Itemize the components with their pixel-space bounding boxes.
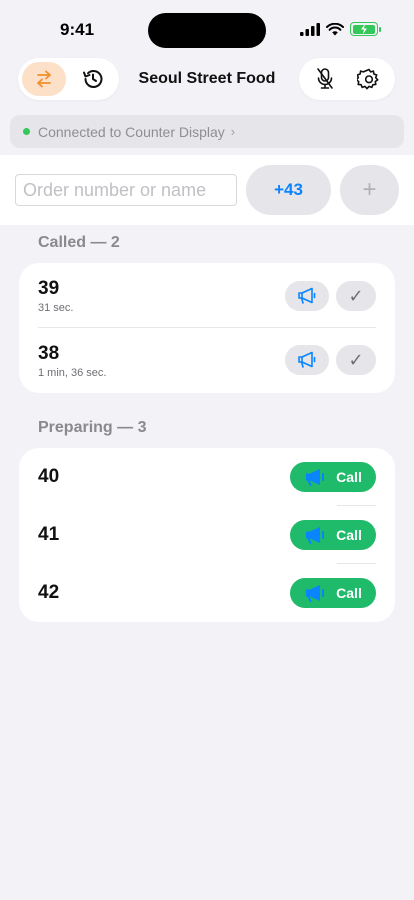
status-time: 9:41 xyxy=(60,20,95,39)
megaphone-icon xyxy=(298,287,316,304)
checkmark-icon: ✓ xyxy=(348,349,364,370)
connection-status-text: Connected to Counter Display xyxy=(38,123,225,140)
mark-done-button[interactable]: ✓ xyxy=(336,345,376,375)
next-order-button[interactable]: +43 xyxy=(246,165,331,215)
dynamic-island xyxy=(148,13,266,48)
history-clock-icon xyxy=(83,70,103,88)
megaphone-icon xyxy=(298,351,316,368)
order-search-input[interactable] xyxy=(15,174,237,206)
order-elapsed-time: 31 sec. xyxy=(38,302,74,314)
order-number: 40 xyxy=(38,466,60,487)
left-toolbar xyxy=(18,58,119,100)
called-orders-card: 39 31 sec. ✓ 38 1 min, 36 sec. ✓ xyxy=(19,263,395,393)
order-entry-area: +43 + xyxy=(0,155,414,225)
called-order-row: 38 1 min, 36 sec. ✓ xyxy=(19,328,395,393)
page-title: Seoul Street Food xyxy=(138,70,276,87)
call-order-button[interactable]: Call xyxy=(290,520,376,550)
signal-icon xyxy=(300,22,320,36)
battery-icon xyxy=(350,22,381,36)
gear-icon xyxy=(357,68,379,90)
order-number: 41 xyxy=(38,524,60,545)
right-toolbar xyxy=(299,58,395,100)
order-number: 38 xyxy=(38,343,60,364)
settings-button[interactable] xyxy=(347,62,391,96)
announce-button[interactable] xyxy=(285,345,329,375)
wifi-icon xyxy=(326,22,344,35)
announce-button[interactable] xyxy=(285,281,329,311)
connection-dot-icon xyxy=(23,128,30,135)
preparing-order-row: 40 Call xyxy=(19,448,395,506)
call-order-button[interactable]: Call xyxy=(290,578,376,608)
switch-mode-button[interactable] xyxy=(22,62,66,96)
call-order-button[interactable]: Call xyxy=(290,462,376,492)
megaphone-icon xyxy=(306,469,325,486)
order-elapsed-time: 1 min, 36 sec. xyxy=(38,367,107,379)
top-bar: Seoul Street Food xyxy=(0,58,414,102)
preparing-orders-card: 40 Call 41 Call 42 Call xyxy=(19,448,395,622)
call-button-label: Call xyxy=(336,585,362,601)
status-icons xyxy=(300,22,381,36)
preparing-section-header: Preparing — 3 xyxy=(38,419,147,436)
mark-done-button[interactable]: ✓ xyxy=(336,281,376,311)
chevron-right-icon: › xyxy=(230,124,236,139)
preparing-order-row: 41 Call xyxy=(19,506,395,564)
megaphone-icon xyxy=(306,585,325,602)
microphone-slash-icon xyxy=(317,68,333,89)
call-button-label: Call xyxy=(336,527,362,543)
history-button[interactable] xyxy=(72,62,116,96)
order-number: 42 xyxy=(38,582,60,603)
add-order-button[interactable]: + xyxy=(340,165,399,215)
megaphone-icon xyxy=(306,527,325,544)
preparing-order-row: 42 Call xyxy=(19,564,395,622)
status-bar: 9:41 xyxy=(0,0,414,56)
called-section-header: Called — 2 xyxy=(38,234,120,251)
call-button-label: Call xyxy=(336,469,362,485)
connection-status-bar[interactable]: Connected to Counter Display › xyxy=(10,115,404,148)
swap-arrows-icon xyxy=(36,70,51,88)
called-order-row: 39 31 sec. ✓ xyxy=(19,263,395,327)
microphone-button[interactable] xyxy=(303,62,347,96)
order-number: 39 xyxy=(38,278,60,299)
checkmark-icon: ✓ xyxy=(348,285,364,306)
